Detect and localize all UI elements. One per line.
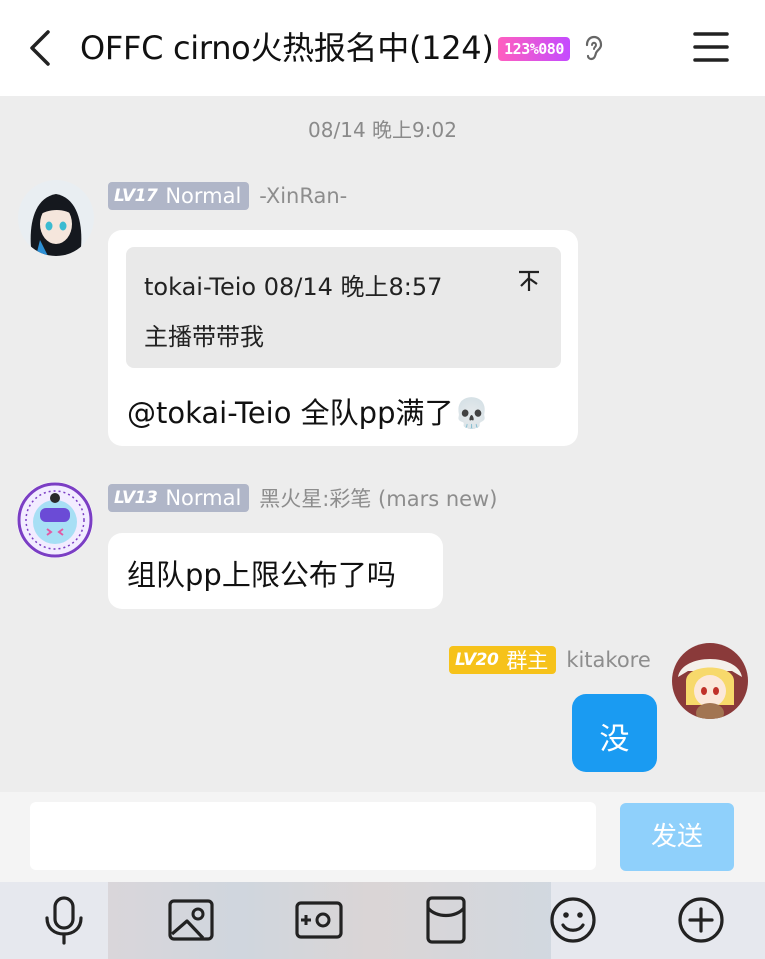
message-text: 没 — [599, 722, 630, 757]
sender-name[interactable]: 黑火星:彩笔 (mars new) — [259, 483, 497, 513]
bottom-toolbar — [0, 882, 765, 959]
sender-meta: LV13 Normal 黑火星:彩笔 (mars new) — [108, 483, 497, 513]
sender-name[interactable]: kitakore — [566, 648, 650, 672]
emoji-icon[interactable] — [547, 894, 599, 946]
chat-title: OFFC cirno火热报名中(124) — [80, 29, 494, 67]
quoted-message[interactable]: tokai-Teio 08/14 晚上8:57 主播带带我 — [126, 247, 561, 368]
group-tag-badge: 123%080 — [498, 37, 570, 61]
chat-header: OFFC cirno火热报名中(124) 123%080 — [0, 0, 765, 96]
menu-button[interactable] — [693, 30, 729, 64]
message-input[interactable] — [30, 802, 596, 870]
message-bubble-self[interactable]: 没 — [572, 694, 657, 772]
sender-meta: LV17 Normal -XinRan- — [108, 181, 347, 211]
ear-icon[interactable] — [582, 34, 606, 64]
hamburger-menu-icon — [693, 32, 729, 62]
sender-meta: LV20 群主 kitakore — [449, 645, 651, 675]
plus-icon[interactable] — [675, 894, 727, 946]
camera-icon[interactable] — [293, 894, 345, 946]
avatar[interactable] — [17, 482, 93, 558]
collapse-quote-icon[interactable] — [517, 269, 541, 293]
level-badge: LV17 Normal — [108, 182, 250, 210]
red-packet-icon[interactable] — [420, 894, 472, 946]
microphone-icon[interactable] — [38, 894, 90, 946]
sender-name[interactable]: -XinRan- — [259, 184, 347, 208]
chevron-left-icon — [30, 30, 50, 66]
message-bubble[interactable]: 组队pp上限公布了吗 — [108, 533, 443, 609]
message-text: @tokai-Teio 全队pp满了💀 — [127, 396, 490, 430]
avatar[interactable] — [672, 643, 748, 719]
message-timestamp: 08/14 晚上9:02 — [308, 118, 457, 142]
avatar[interactable] — [18, 180, 94, 256]
send-button[interactable]: 发送 — [620, 803, 734, 871]
quote-header: tokai-Teio 08/14 晚上8:57 — [144, 273, 443, 301]
quote-text: 主播带带我 — [144, 323, 264, 351]
level-badge: LV13 Normal — [108, 484, 250, 512]
image-icon[interactable] — [165, 894, 217, 946]
message-text: 组队pp上限公布了吗 — [127, 558, 396, 592]
back-button[interactable] — [22, 26, 62, 70]
message-bubble[interactable]: tokai-Teio 08/14 晚上8:57 主播带带我 @tokai-Tei… — [108, 230, 578, 446]
owner-badge: LV20 群主 — [449, 646, 557, 674]
